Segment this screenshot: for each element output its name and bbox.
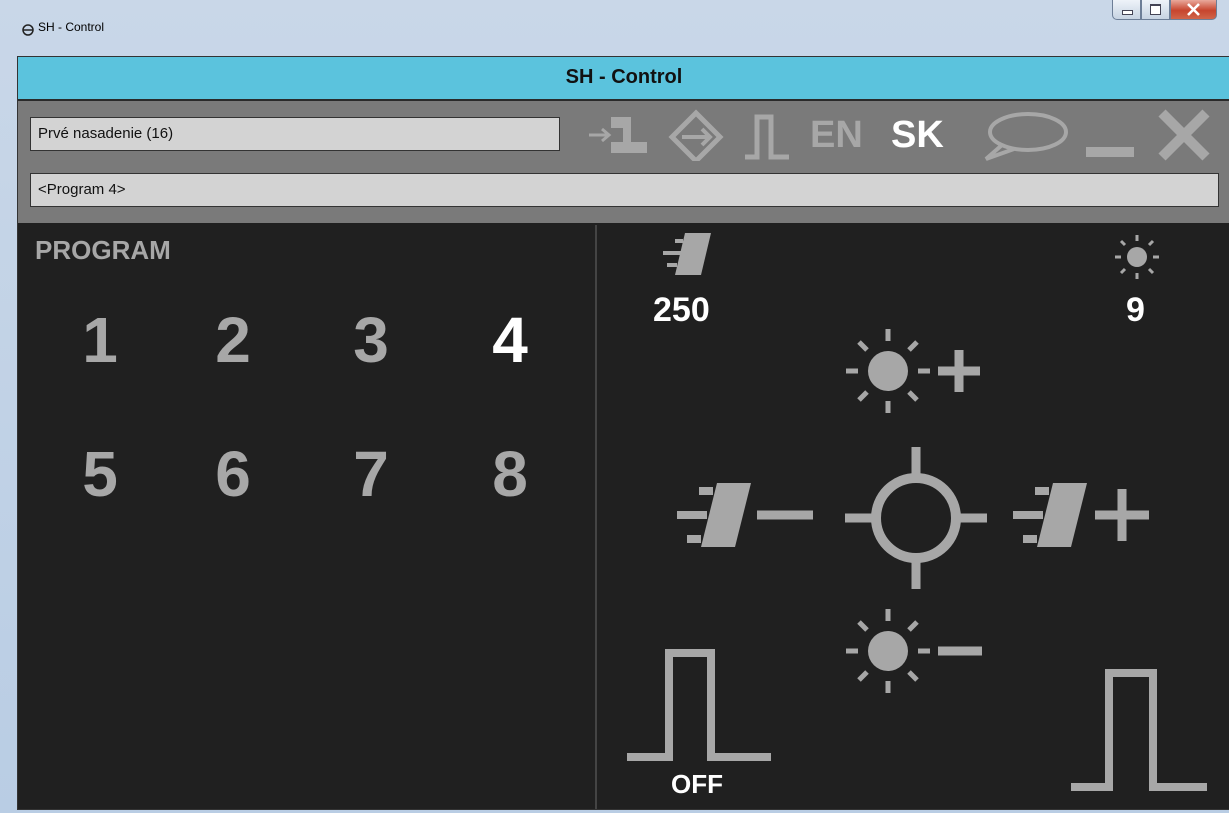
program-5-button[interactable]: 5	[60, 437, 140, 511]
brightness-value: 9	[1126, 291, 1145, 329]
language-en-button[interactable]: EN	[810, 114, 863, 157]
window-close-button[interactable]	[1170, 0, 1217, 20]
brightness-minus-icon[interactable]	[842, 605, 992, 697]
window-maximize-button[interactable]	[1141, 0, 1170, 20]
program-title: PROGRAM	[35, 235, 171, 265]
app-icon	[22, 24, 34, 36]
control-panel: 250 9 OFF	[597, 225, 1229, 809]
close-icon[interactable]	[1156, 109, 1212, 161]
app-client-area: SH - Control Prvé nasadenie (16) <Progra…	[17, 56, 1229, 810]
window-title: SH - Control	[38, 20, 105, 34]
speed-value: 250	[653, 291, 710, 329]
program-6-button[interactable]: 6	[193, 437, 273, 511]
program-field[interactable]: <Program 4>	[30, 173, 1219, 207]
brightness-plus-icon[interactable]	[842, 325, 992, 417]
toolbar: Prvé nasadenie (16) <Program 4> EN SK	[18, 101, 1229, 223]
app-header: SH - Control	[18, 57, 1229, 101]
program-1-button[interactable]: 1	[60, 303, 140, 377]
pulse-off-icon[interactable]	[625, 645, 773, 765]
center-target-icon[interactable]	[841, 443, 991, 593]
program-4-button[interactable]: 4	[470, 303, 550, 377]
speed-plus-icon[interactable]	[1009, 475, 1159, 555]
program-3-button[interactable]: 3	[331, 303, 411, 377]
brightness-icon	[1115, 235, 1159, 279]
program-panel: PROGRAM 1 2 3 4 5 6 7 8	[18, 225, 597, 809]
speed-minus-icon[interactable]	[673, 475, 823, 555]
language-sk-button[interactable]: SK	[891, 114, 944, 157]
pulse-off-label: OFF	[671, 769, 723, 799]
window-frame: SH - Control SH - Control Prvé nasadenie…	[0, 0, 1229, 813]
program-2-button[interactable]: 2	[193, 303, 273, 377]
program-7-button[interactable]: 7	[331, 437, 411, 511]
window-titlebar[interactable]: SH - Control	[0, 0, 1229, 44]
minimize-icon[interactable]	[1082, 109, 1138, 161]
window-minimize-button[interactable]	[1112, 0, 1141, 20]
speed-icon	[663, 233, 711, 275]
pulse-icon[interactable]	[1069, 665, 1209, 795]
direction-icon[interactable]	[668, 109, 724, 161]
connect-icon[interactable]	[583, 109, 653, 161]
program-8-button[interactable]: 8	[470, 437, 550, 511]
device-field[interactable]: Prvé nasadenie (16)	[30, 117, 560, 151]
pulse-icon[interactable]	[743, 109, 791, 161]
app-header-title: SH - Control	[565, 66, 683, 88]
chat-icon[interactable]	[978, 109, 1070, 161]
